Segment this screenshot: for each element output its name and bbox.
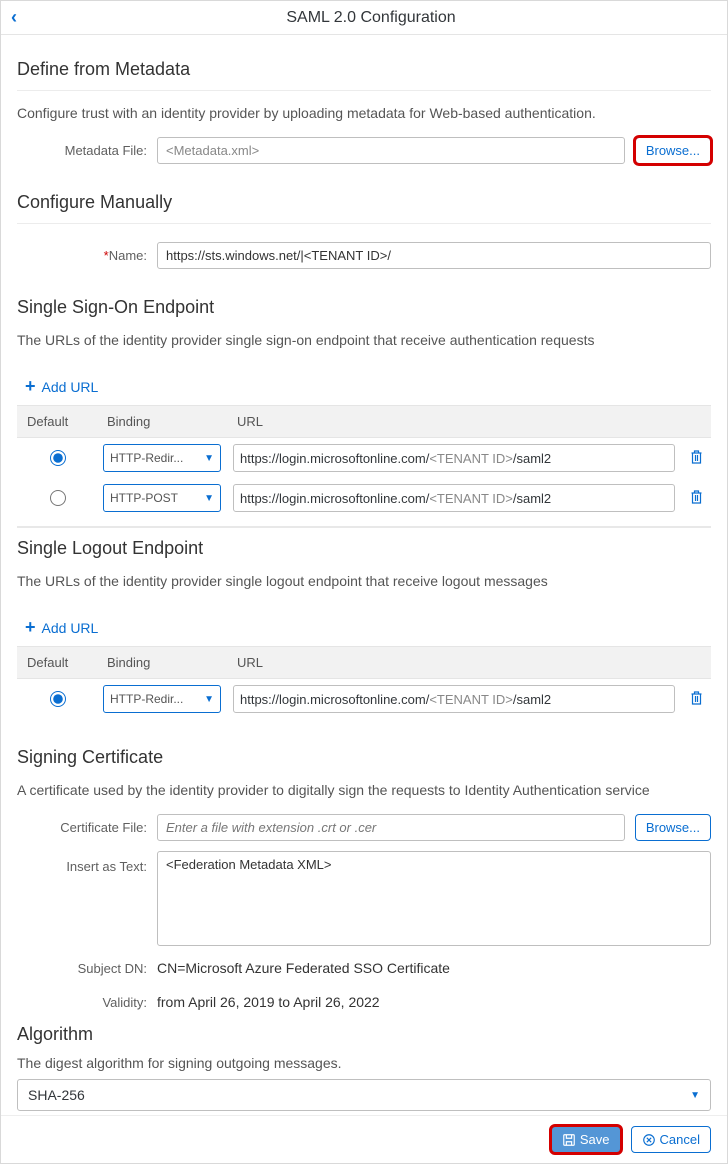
plus-icon: + <box>25 376 36 397</box>
cert-text-input[interactable] <box>157 851 711 946</box>
metadata-file-input[interactable] <box>157 137 625 164</box>
validity-label: Validity: <box>17 995 147 1010</box>
metadata-file-label: Metadata File: <box>17 143 147 158</box>
cert-file-input[interactable] <box>157 814 625 841</box>
metadata-hint: Configure trust with an identity provide… <box>17 105 711 121</box>
cancel-icon <box>642 1133 656 1147</box>
sso-heading: Single Sign-On Endpoint <box>17 297 711 318</box>
chevron-down-icon: ▼ <box>204 493 214 504</box>
slo-hint: The URLs of the identity provider single… <box>17 573 711 589</box>
sso-binding-select-1[interactable]: HTTP-Redir... ▼ <box>103 444 221 472</box>
save-icon <box>562 1133 576 1147</box>
metadata-browse-button[interactable]: Browse... <box>635 137 711 164</box>
cancel-button[interactable]: Cancel <box>631 1126 711 1153</box>
trash-icon <box>689 690 704 706</box>
slo-delete-button-1[interactable] <box>681 688 711 711</box>
slo-table-header: Default Binding URL <box>17 646 711 679</box>
slo-add-url-button[interactable]: + Add URL <box>25 617 98 638</box>
subject-dn-label: Subject DN: <box>17 961 147 976</box>
trash-icon <box>689 489 704 505</box>
cert-browse-button[interactable]: Browse... <box>635 814 711 841</box>
algorithm-select[interactable]: SHA-256 ▼ <box>17 1079 711 1111</box>
page-title: SAML 2.0 Configuration <box>25 9 717 27</box>
plus-icon: + <box>25 617 36 638</box>
subject-dn-value: CN=Microsoft Azure Federated SSO Certifi… <box>157 956 450 980</box>
chevron-down-icon: ▼ <box>204 694 214 705</box>
slo-binding-select-1[interactable]: HTTP-Redir... ▼ <box>103 685 221 713</box>
sso-binding-select-2[interactable]: HTTP-POST ▼ <box>103 484 221 512</box>
table-row: HTTP-Redir... ▼ https://login.microsofto… <box>17 438 711 478</box>
cert-heading: Signing Certificate <box>17 747 711 768</box>
save-button[interactable]: Save <box>551 1126 621 1153</box>
trash-icon <box>689 449 704 465</box>
slo-heading: Single Logout Endpoint <box>17 538 711 559</box>
back-icon[interactable]: ‹ <box>11 7 25 28</box>
sso-url-input-2[interactable]: https://login.microsoftonline.com/<TENAN… <box>233 484 675 512</box>
sso-url-input-1[interactable]: https://login.microsoftonline.com/<TENAN… <box>233 444 675 472</box>
cert-hint: A certificate used by the identity provi… <box>17 782 711 798</box>
sso-delete-button-2[interactable] <box>681 487 711 510</box>
table-row: HTTP-Redir... ▼ https://login.microsofto… <box>17 679 711 719</box>
name-label: *Name: <box>17 248 147 263</box>
define-metadata-heading: Define from Metadata <box>17 59 711 80</box>
algorithm-hint: The digest algorithm for signing outgoin… <box>17 1055 711 1071</box>
configure-manually-heading: Configure Manually <box>17 192 711 213</box>
sso-table-header: Default Binding URL <box>17 405 711 438</box>
chevron-down-icon: ▼ <box>204 453 214 464</box>
validity-value: from April 26, 2019 to April 26, 2022 <box>157 990 380 1014</box>
name-input[interactable] <box>157 242 711 269</box>
slo-default-radio-1[interactable] <box>50 691 66 707</box>
sso-default-radio-1[interactable] <box>50 450 66 466</box>
sso-delete-button-1[interactable] <box>681 447 711 470</box>
sso-default-radio-2[interactable] <box>50 490 66 506</box>
table-row: HTTP-POST ▼ https://login.microsoftonlin… <box>17 478 711 518</box>
sso-hint: The URLs of the identity provider single… <box>17 332 711 348</box>
cert-file-label: Certificate File: <box>17 820 147 835</box>
cert-text-label: Insert as Text: <box>17 851 147 874</box>
algorithm-heading: Algorithm <box>17 1024 711 1045</box>
sso-add-url-button[interactable]: + Add URL <box>25 376 98 397</box>
slo-url-input-1[interactable]: https://login.microsoftonline.com/<TENAN… <box>233 685 675 713</box>
chevron-down-icon: ▼ <box>690 1090 700 1101</box>
